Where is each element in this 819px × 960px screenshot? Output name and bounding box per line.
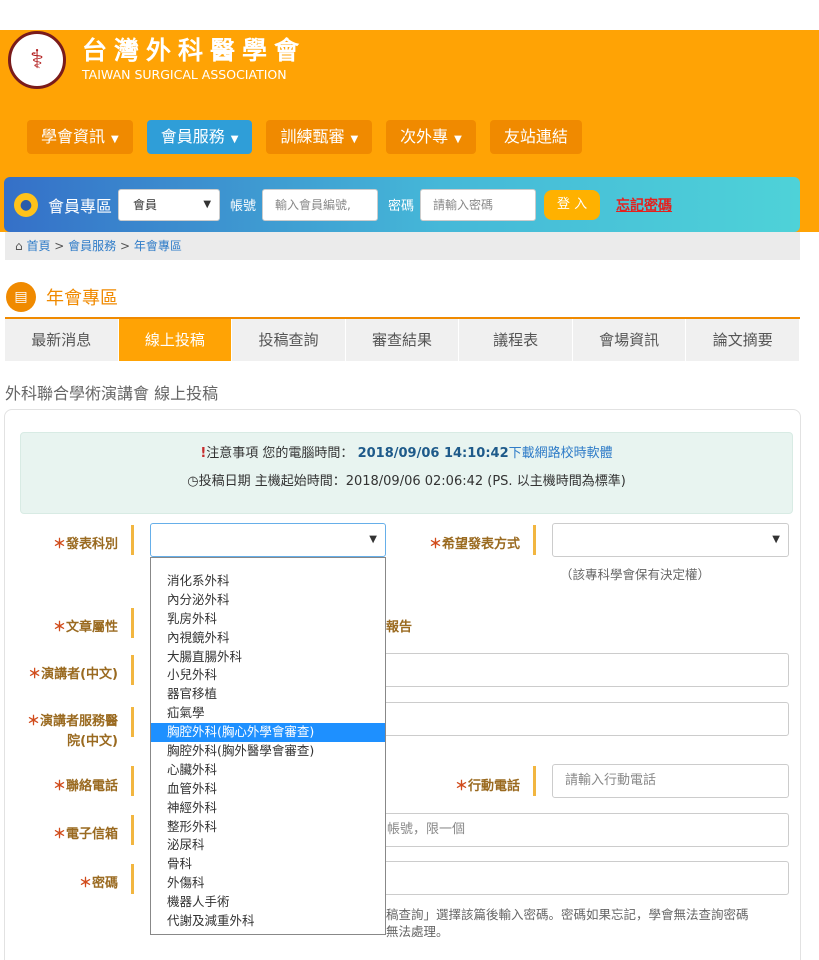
presentation-method-select[interactable]: ▼ <box>552 523 789 557</box>
nav-item-member-services[interactable]: 會員服務 ▼ <box>146 120 253 154</box>
dropdown-option[interactable]: 小兒外科 <box>151 666 385 685</box>
tab-latest-news[interactable]: 最新消息 <box>5 319 119 361</box>
dropdown-option[interactable]: 器官移植 <box>151 685 385 704</box>
email-label: ＊電子信箱 <box>52 827 118 842</box>
dropdown-option[interactable]: 疝氣學 <box>151 704 385 723</box>
tab-review-results[interactable]: 審查結果 <box>346 319 460 361</box>
member-login-bar: ● 會員專區 會員 ▼ 帳號 輸入會員編號, 密碼 請輸入密碼 登 入 忘記密碼 <box>4 177 800 232</box>
notice-box: !注意事項 您的電腦時間： 2018/09/06 14:10:42下載網路校時軟… <box>20 432 793 514</box>
method-help-text: （該專科學會保有決定權） <box>560 567 711 582</box>
section-heading: ▤ 年會專區 <box>6 280 118 314</box>
category-select[interactable]: ▼ <box>150 523 386 557</box>
computer-time: 2018/09/06 14:10:42 <box>357 446 509 461</box>
password-field-label: ＊密碼 <box>78 876 118 891</box>
download-time-sync-link[interactable]: 下載網路校時軟體 <box>509 446 613 461</box>
caret-down-icon: ▼ <box>230 134 239 145</box>
nav-item-friend-links[interactable]: 友站連結 <box>489 120 582 154</box>
breadcrumb-annual-meeting[interactable]: 年會專區 <box>134 239 182 253</box>
password-help-line-2: 無法處理。 <box>386 924 449 939</box>
label-divider <box>131 766 134 796</box>
chevron-down-icon: ▼ <box>369 534 377 545</box>
dropdown-option[interactable]: 內視鏡外科 <box>151 629 385 648</box>
label-divider <box>131 608 134 638</box>
dropdown-option[interactable]: 泌尿科 <box>151 836 385 855</box>
member-area-title: 會員專區 <box>48 196 113 216</box>
dropdown-option-selected[interactable]: 胸腔外科(胸心外學會審查) <box>151 723 385 743</box>
breadcrumb-separator: > <box>50 239 69 253</box>
page-subtitle: 外科聯合學術演講會 線上投稿 <box>5 384 219 403</box>
password-input[interactable]: 請輸入密碼 <box>420 188 537 221</box>
logo-subtitle: TAIWAN SURGICAL ASSOCIATION <box>82 67 287 82</box>
main-nav: 學會資訊 ▼ 會員服務 ▼ 訓練甄審 ▼ 次外專 ▼ 友站連結 <box>27 120 582 154</box>
caduceus-emblem-icon: ⚕ <box>8 31 66 89</box>
dropdown-option[interactable]: 乳房外科 <box>151 610 385 629</box>
article-type-option-report[interactable]: 報告 <box>386 616 426 635</box>
dropdown-option[interactable]: 神經外科 <box>151 799 385 818</box>
clock-icon: ◷ <box>187 474 199 489</box>
home-icon: ⌂ <box>15 239 23 253</box>
chevron-down-icon: ▼ <box>203 198 212 210</box>
tab-bar: 最新消息 線上投稿 投稿查詢 審查結果 議程表 會場資訊 論文摘要 <box>5 317 801 361</box>
breadcrumb-home[interactable]: 首頁 <box>26 239 50 253</box>
label-divider <box>533 525 536 555</box>
phone-label: ＊聯絡電話 <box>52 779 118 794</box>
nav-item-subspecialty[interactable]: 次外專 ▼ <box>386 120 476 154</box>
site-header: ⚕ 台灣外科醫學會 TAIWAN SURGICAL ASSOCIATION 學會… <box>0 30 819 232</box>
tab-abstracts[interactable]: 論文摘要 <box>686 319 801 361</box>
category-dropdown-list: 消化系外科 內分泌外科 乳房外科 內視鏡外科 大腸直腸外科 小兒外科 器官移植 … <box>150 557 386 935</box>
tab-submission-query[interactable]: 投稿查詢 <box>232 319 346 361</box>
article-type-label: ＊文章屬性 <box>52 620 118 635</box>
label-divider <box>131 707 134 737</box>
caret-down-icon: ▼ <box>350 134 359 145</box>
tab-agenda[interactable]: 議程表 <box>459 319 573 361</box>
label-divider <box>131 655 134 685</box>
notice-line-2: ◷投稿日期 主機起始時間：2018/09/06 02:06:42 (PS. 以主… <box>187 474 626 489</box>
label-divider <box>533 766 536 796</box>
breadcrumb-member-services[interactable]: 會員服務 <box>68 239 116 253</box>
presentation-method-label: ＊希望發表方式 <box>428 537 520 552</box>
breadcrumb-separator: > <box>116 239 134 253</box>
label-divider <box>131 864 134 894</box>
account-label: 帳號 <box>230 199 257 214</box>
speaker-hospital-label: ＊演講者服務醫 院(中文) <box>26 714 118 749</box>
breadcrumb: ⌂ 首頁 > 會員服務 > 年會專區 <box>5 232 800 260</box>
newspaper-icon: ▤ <box>6 282 36 312</box>
nav-item-training-review[interactable]: 訓練甄審 ▼ <box>266 120 373 154</box>
caret-down-icon: ▼ <box>111 134 119 145</box>
dropdown-option[interactable]: 血管外科 <box>151 780 385 799</box>
dropdown-option[interactable]: 內分泌外科 <box>151 591 385 610</box>
tab-online-submission[interactable]: 線上投稿 <box>118 319 233 361</box>
section-title: 年會專區 <box>46 288 118 309</box>
category-label: ＊發表科別 <box>52 537 118 552</box>
dropdown-option[interactable]: 心臟外科 <box>151 761 385 780</box>
login-button[interactable]: 登 入 <box>544 189 601 220</box>
user-icon: ● <box>14 192 38 217</box>
dropdown-option[interactable]: 骨科 <box>151 855 385 874</box>
account-input[interactable]: 輸入會員編號, <box>262 188 379 221</box>
label-divider <box>131 525 134 555</box>
dropdown-option[interactable]: 大腸直腸外科 <box>151 648 385 667</box>
logo-title: 台灣外科醫學會 <box>82 36 307 65</box>
password-label: 密碼 <box>388 199 415 214</box>
chevron-down-icon: ▼ <box>772 534 780 545</box>
forgot-password-link[interactable]: 忘記密碼 <box>616 195 672 215</box>
speaker-name-label: ＊演講者(中文) <box>28 667 118 682</box>
dropdown-option[interactable]: 代謝及減重外科 <box>151 912 385 931</box>
dropdown-option[interactable]: 消化系外科 <box>151 572 385 591</box>
label-divider <box>131 815 134 845</box>
caret-down-icon: ▼ <box>454 134 462 145</box>
mobile-label: ＊行動電話 <box>454 779 520 794</box>
tab-venue-info[interactable]: 會場資訊 <box>573 319 687 361</box>
member-role-select[interactable]: 會員 ▼ <box>118 188 221 221</box>
nav-item-association-info[interactable]: 學會資訊 ▼ <box>27 120 133 154</box>
logo[interactable]: ⚕ 台灣外科醫學會 TAIWAN SURGICAL ASSOCIATION <box>8 30 306 90</box>
notice-line-1: !注意事項 您的電腦時間： 2018/09/06 14:10:42下載網路校時軟… <box>200 446 613 461</box>
logo-text: 台灣外科醫學會 TAIWAN SURGICAL ASSOCIATION <box>82 36 306 84</box>
dropdown-option[interactable]: 機器人手術 <box>151 893 385 912</box>
mobile-input[interactable]: 請輸入行動電話 <box>552 764 789 798</box>
dropdown-option[interactable]: 整形外科 <box>151 818 385 837</box>
dropdown-option[interactable]: 胸腔外科(胸外醫學會審查) <box>151 742 385 761</box>
dropdown-option[interactable]: 外傷科 <box>151 874 385 893</box>
